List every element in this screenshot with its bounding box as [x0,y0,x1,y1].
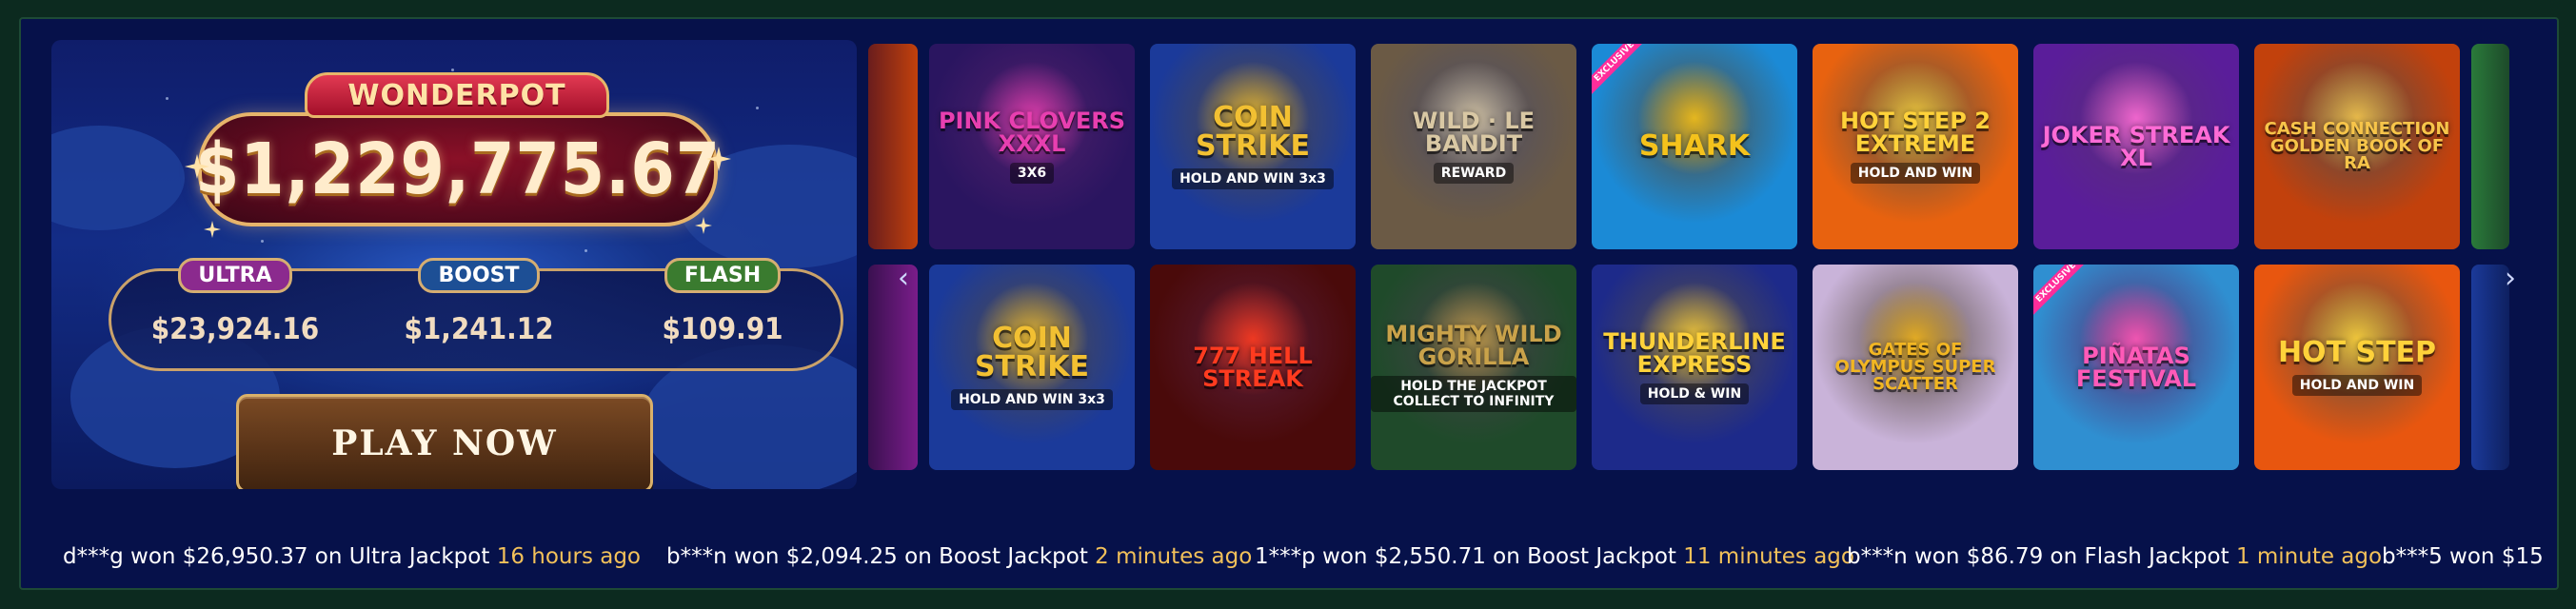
chevron-left-icon: ‹ [898,261,909,295]
chevron-right-icon: › [2505,261,2516,295]
game-title: PINK CLOVERS XXXL [938,108,1126,157]
game-tile[interactable]: 777 HELL STREAK [1150,265,1356,470]
jackpot-tiers: ULTRA $23,924.16 BOOST $1,241.12 FLASH $… [109,258,843,371]
win-time: 16 hours ago [496,544,642,569]
game-tile[interactable]: WILD · LE BANDIT REWARD [1371,44,1576,249]
game-tile[interactable]: HOT STEP HOLD AND WIN [2254,265,2460,470]
game-tile[interactable]: EXCLUSIVE PIÑATAS FESTIVAL [2033,265,2239,470]
game-title: COIN STRIKE [974,322,1090,383]
jackpot-panel: $1,229,775.67 WONDERPOT ULTRA $23,924.16… [51,40,857,489]
play-now-label: PLAY NOW [331,423,558,463]
game-subtitle: HOLD THE JACKPOT COLLECT TO INFINITY [1371,376,1576,412]
game-title: PIÑATAS FESTIVAL [2075,343,2197,392]
sparkle-icon [185,154,209,179]
winner-text: b***n won $2,094.25 on Boost Jackpot [666,544,1096,569]
winner-text: b***5 won $15 [2382,544,2544,569]
game-title: HOT STEP 2 EXTREME [1840,108,1991,157]
tier-flash: FLASH $109.91 [618,258,827,346]
wonderpot-logo: WONDERPOT [305,72,609,118]
game-tile[interactable]: HOT STEP 2 EXTREME HOLD AND WIN [1813,44,2018,249]
game-subtitle: HOLD AND WIN [1850,163,1981,184]
win-time: 1 minute ago [2235,544,2383,569]
jackpot-widget: $1,229,775.67 WONDERPOT ULTRA $23,924.16… [19,17,2559,590]
cloud-decoration [51,126,185,230]
game-title: SHARK [1638,129,1751,163]
game-tile[interactable]: CASH CONNECTION GOLDEN BOOK OF RA [2254,44,2460,249]
carousel-prev-button[interactable]: ‹ [889,259,918,297]
tier-boost-label: BOOST [418,258,540,293]
tier-ultra-value: $23,924.16 [150,312,320,346]
partial-game-tile-right[interactable] [2471,44,2509,249]
tier-boost-value: $1,241.12 [404,312,554,346]
game-title: THUNDERLINE EXPRESS [1603,328,1786,378]
ticker-item: b***n won $86.79 on Flash Jackpot 1 minu… [1847,544,2382,569]
tier-flash-label: FLASH [664,258,782,293]
game-subtitle: HOLD AND WIN 3x3 [1172,168,1334,189]
ticker-item: 1***p won $2,550.71 on Boost Jackpot 11 … [1255,544,1854,569]
game-subtitle: 3X6 [1009,163,1055,184]
wonderpot-logo-text: WONDERPOT [347,78,566,112]
game-tile[interactable]: COIN STRIKE HOLD AND WIN 3x3 [929,265,1135,470]
tier-boost: BOOST $1,241.12 [374,258,584,346]
sparkle-icon [695,217,712,234]
winner-text: d***g won $26,950.37 on Ultra Jackpot [63,544,497,569]
game-subtitle: REWARD [1433,163,1515,184]
game-title: MIGHTY WILD GORILLA [1385,321,1562,370]
game-subtitle: HOLD AND WIN [2291,375,2423,396]
game-title: JOKER STREAK XL [2042,122,2230,171]
game-tile[interactable]: GATES OF OLYMPUS SUPER SCATTER [1813,265,2018,470]
win-time: 2 minutes ago [1095,544,1253,569]
game-title: CASH CONNECTION GOLDEN BOOK OF RA [2264,119,2450,173]
winner-text: 1***p won $2,550.71 on Boost Jackpot [1255,544,1684,569]
game-tile[interactable]: MIGHTY WILD GORILLA HOLD THE JACKPOT COLL… [1371,265,1576,470]
win-time: 11 minutes ago [1683,544,1854,569]
winners-ticker: d***g won $26,950.37 on Ultra Jackpot 16… [63,540,2557,579]
carousel-next-button[interactable]: › [2496,259,2525,297]
game-subtitle: HOLD AND WIN 3x3 [951,389,1113,410]
tier-ultra-label: ULTRA [178,258,292,293]
play-now-button[interactable]: PLAY NOW [236,394,653,489]
ticker-item: b***5 won $15 [2382,544,2544,569]
game-title: 777 HELL STREAK [1193,343,1313,392]
game-tile[interactable]: COIN STRIKE HOLD AND WIN 3x3 [1150,44,1356,249]
winner-text: b***n won $86.79 on Flash Jackpot [1847,544,2236,569]
game-tile[interactable]: PINK CLOVERS XXXL 3X6 [929,44,1135,249]
ticker-item: d***g won $26,950.37 on Ultra Jackpot 16… [63,544,641,569]
game-subtitle: HOLD & WIN [1639,383,1750,404]
main-jackpot-amount: $1,229,775.67 [194,128,722,210]
game-title: COIN STRIKE [1195,101,1311,163]
game-title: GATES OF OLYMPUS SUPER SCATTER [1834,340,1996,394]
sparkle-icon [204,221,221,238]
game-tile[interactable]: JOKER STREAK XL [2033,44,2239,249]
game-title: HOT STEP [2277,336,2437,369]
ticker-item: b***n won $2,094.25 on Boost Jackpot 2 m… [666,544,1252,569]
tier-ultra: ULTRA $23,924.16 [130,258,340,346]
game-tile[interactable]: THUNDERLINE EXPRESS HOLD & WIN [1592,265,1797,470]
game-tile[interactable]: EXCLUSIVE SHARK [1592,44,1797,249]
sparkle-icon [706,147,731,171]
main-jackpot-display: $1,229,775.67 [194,112,722,226]
tier-flash-value: $109.91 [662,312,783,346]
partial-game-tile-left[interactable] [868,44,918,249]
game-title: WILD · LE BANDIT [1412,108,1536,157]
